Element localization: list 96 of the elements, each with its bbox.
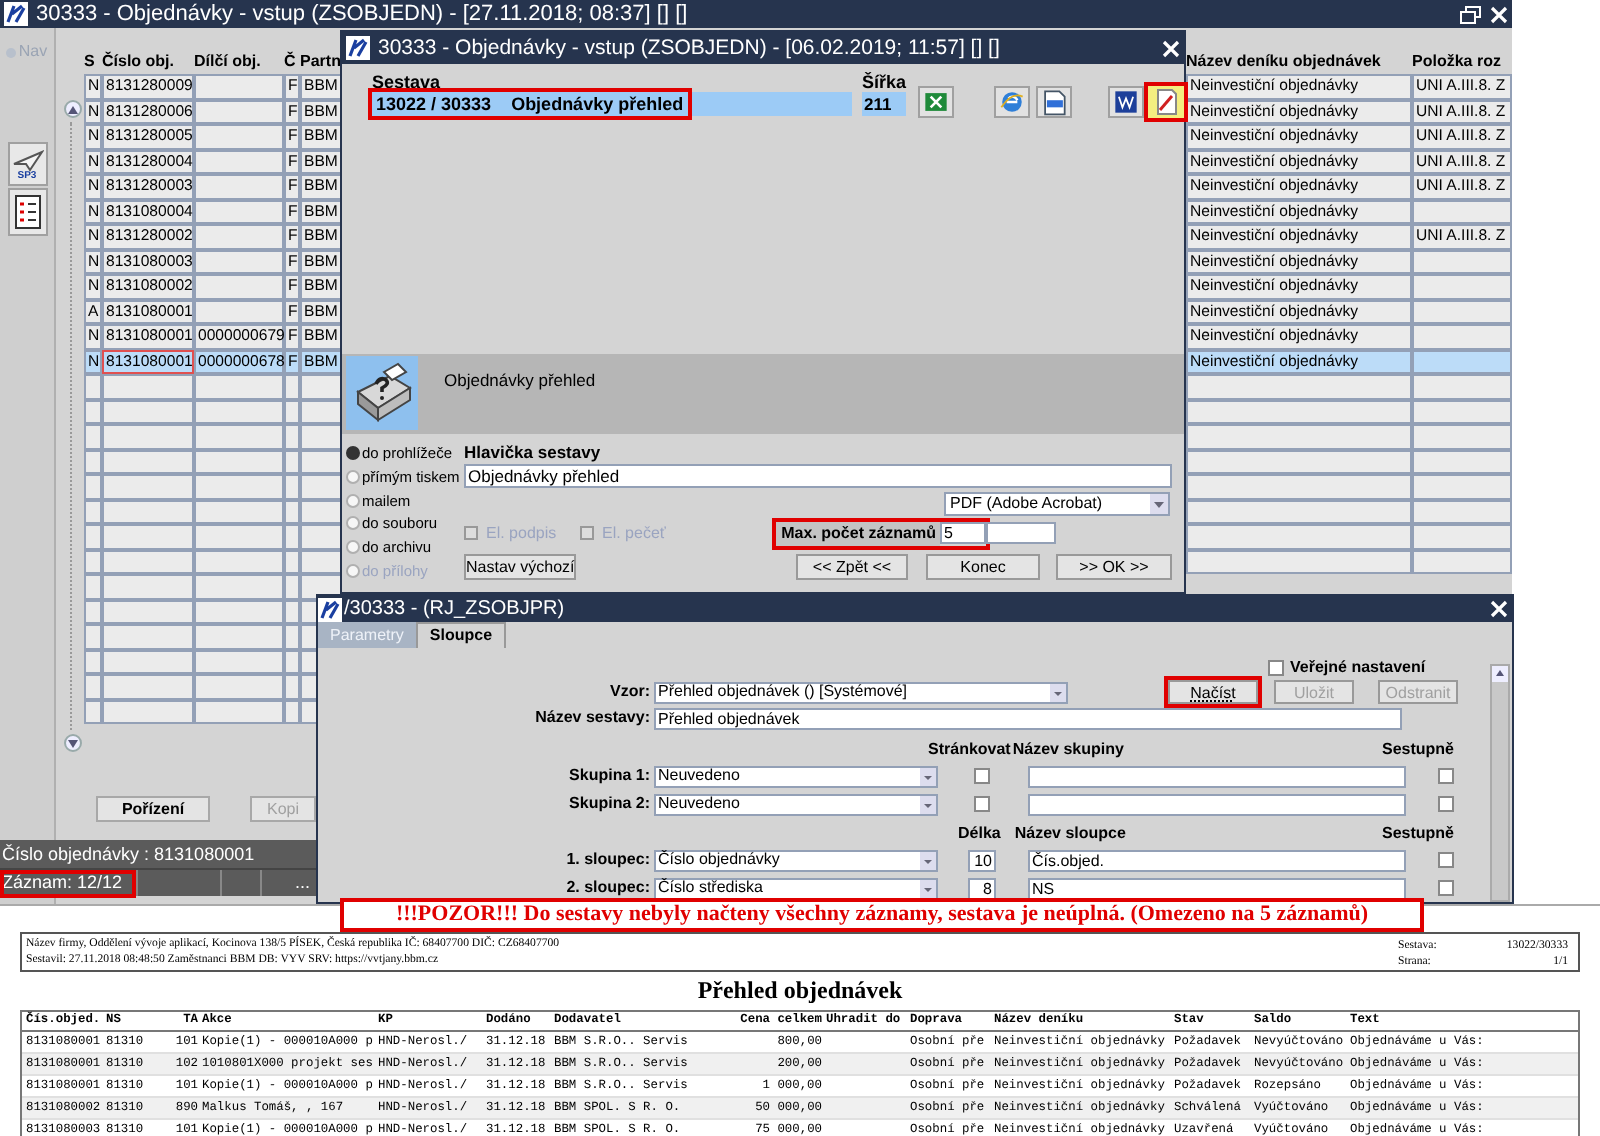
column-header: Sestupně [1381,822,1454,846]
warning-text: !!!POZOR!!! Do sestavy nebyly načteny všechny záznamy, sestava je neúplná. (Omezeno na 5 záznamů) [395,900,1369,931]
window-title: 30333 - Objednávky - vstup (ZSOBJEDN) - [06.02.2019; 11:57] [] [] [378,37,1000,59]
app-logo-icon [4,2,28,26]
checkbox[interactable] [974,796,990,812]
input-field[interactable] [1028,765,1406,787]
record-position: Záznam: 12/12 [0,869,136,897]
status-text: Číslo objednávky : 8131080001 [2,845,255,863]
preview-title: Objednávky přehled [444,368,596,394]
file-icon [1038,86,1070,118]
field-label: Skupina 1: [567,764,650,788]
group-select[interactable]: Neuvedeno [654,765,938,787]
checkbox[interactable] [974,768,990,784]
report-title: Přehled objednávek [697,974,903,1008]
input-field[interactable]: Čís.objed. [1028,849,1406,871]
report-name: Objednávky přehled [511,92,684,116]
header-field[interactable]: Objednávky přehled [464,464,1172,488]
radio-button[interactable] [346,446,360,461]
pdf-export-button[interactable] [1148,86,1184,118]
dialog-button[interactable]: Nastav výchozí [464,554,576,580]
column-select[interactable]: Číslo objednávky [654,849,938,871]
field-label: Skupina 2: [567,792,650,816]
field-label: Název sestavy: [533,706,650,730]
dropdown-icon[interactable] [920,795,936,813]
dialog-button[interactable]: Načíst [1168,680,1258,704]
length-field[interactable]: 8 [968,877,996,899]
window-title: /30333 - (RJ_ZSOBJPR) [344,599,565,619]
column-header: Název sloupce [1014,822,1126,846]
column-header[interactable]: Název deníku objednávek [1186,49,1412,73]
action-button[interactable]: Pořízení [96,796,210,822]
column-header: Název skupiny [1012,738,1124,762]
dropdown-icon[interactable] [920,879,936,897]
word-export-button[interactable] [1108,86,1144,118]
scroll-bar[interactable] [1490,664,1510,902]
dialog-button[interactable]: Konec [926,554,1040,580]
column-header: Délka [958,822,1001,846]
dropdown-icon[interactable] [1050,683,1066,701]
close-icon[interactable] [1490,5,1508,23]
report-name-field[interactable]: Přehled objednávek [654,707,1402,729]
field-label: Vzor: [608,680,650,704]
column-header: Stránkovat [928,738,1011,762]
column-header: Sestupně [1381,738,1454,762]
column-header[interactable]: Partn [300,49,344,73]
dropdown-icon[interactable] [920,851,936,869]
radio-button[interactable] [346,516,360,531]
checkbox[interactable] [1438,852,1454,868]
template-select[interactable]: Přehled objednávek () [Systémové] [654,681,1068,703]
checkbox[interactable] [1438,796,1454,812]
column-header[interactable]: Dílčí obj. [194,49,284,73]
dropdown-icon[interactable] [1150,494,1168,514]
radio-button[interactable] [346,470,360,485]
close-icon[interactable] [1490,600,1508,618]
word-document-icon [1110,86,1142,118]
field-label: Sestava [372,70,443,92]
field-label: 1. sloupec: [564,848,650,872]
max-records-field[interactable]: 5 [940,522,986,544]
length-field[interactable]: 10 [968,849,996,871]
column-header[interactable]: Položka roz [1412,49,1512,73]
radio-button[interactable] [346,540,360,555]
xml-export-button[interactable] [1036,86,1072,118]
tab[interactable]: Sloupce [415,622,507,648]
width-value: 211 [861,92,906,116]
globe-icon [996,86,1028,118]
browser-export-button[interactable] [994,86,1030,118]
app-logo-icon [318,597,342,621]
checkbox[interactable] [1438,768,1454,784]
window-title: 30333 - Objednávky - vstup (ZSOBJEDN) - [27.11.2018; 08:37] [] [] [36,3,688,25]
input-field[interactable] [1028,793,1406,815]
checklist-icon [13,194,41,230]
input-field[interactable] [986,522,1056,544]
spreadsheet-export-button[interactable] [918,86,954,118]
dialog-button[interactable]: >> OK >> [1056,554,1172,580]
plane-icon [11,150,43,172]
group-select[interactable]: Neuvedeno [654,793,938,815]
checklist-button[interactable] [7,188,47,236]
field-label: 2. sloupec: [564,876,650,900]
report-row[interactable]: 13022 / 30333 Objednávky přehled [372,92,852,116]
app-logo-icon [346,36,370,60]
field-label: Šířka [861,70,906,92]
dialog-button[interactable]: << Zpět << [796,554,908,580]
scroll-bar[interactable] [64,100,82,752]
column-header[interactable]: Číslo obj. [102,49,194,73]
column-header[interactable]: S [84,49,102,73]
column-header[interactable]: Č [284,49,300,73]
dropdown-icon[interactable] [920,767,936,785]
format-select[interactable]: PDF (Adobe Acrobat) [944,492,1170,516]
report-code: 13022 / 30333 [376,92,492,116]
field-label: Hlavička sestavy [464,442,603,464]
column-select[interactable]: Číslo střediska [654,877,938,899]
close-icon[interactable] [1162,39,1180,57]
checkbox[interactable] [1438,880,1454,896]
radio-button[interactable] [346,493,360,508]
field-label: Max. počet záznamů [776,521,940,545]
checkbox[interactable]: Veřejné nastavení [1268,656,1426,678]
restore-icon[interactable] [1460,5,1482,23]
input-field[interactable]: NS [1028,877,1406,899]
